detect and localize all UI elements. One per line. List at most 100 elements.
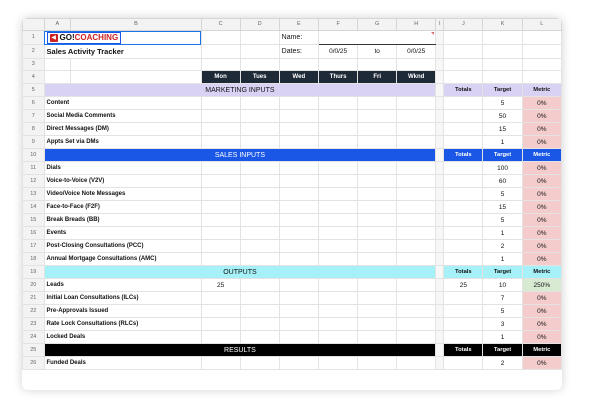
day-value-wknd[interactable] — [396, 109, 437, 123]
cell[interactable] — [239, 44, 280, 59]
day-value-wed[interactable] — [278, 135, 320, 149]
day-value-wknd[interactable] — [396, 278, 437, 292]
day-value-thurs[interactable] — [318, 161, 359, 175]
row-header[interactable]: 13 — [22, 187, 45, 201]
cell[interactable] — [239, 58, 280, 71]
target-value[interactable]: 2 — [482, 356, 523, 370]
day-value-tues[interactable] — [239, 213, 280, 227]
day-value-wknd[interactable] — [396, 317, 437, 331]
day-value-wknd[interactable] — [396, 226, 437, 240]
row-header[interactable]: 21 — [22, 291, 45, 305]
column-header[interactable]: K — [482, 18, 523, 31]
day-value-fri[interactable] — [357, 174, 398, 188]
row-header[interactable]: 11 — [22, 161, 45, 175]
column-header[interactable]: E — [278, 18, 320, 31]
day-value-fri[interactable] — [357, 291, 398, 305]
row-header[interactable]: 22 — [22, 304, 45, 318]
cell[interactable] — [318, 58, 359, 71]
row-header[interactable]: 17 — [22, 239, 45, 253]
cell[interactable] — [443, 30, 484, 45]
row-header[interactable]: 8 — [22, 122, 45, 136]
row-header[interactable]: 10 — [22, 148, 45, 162]
day-value-wed[interactable] — [278, 252, 320, 266]
target-value[interactable]: 10 — [482, 278, 523, 292]
cell[interactable] — [239, 30, 280, 45]
cell[interactable] — [482, 58, 523, 71]
day-value-wed[interactable] — [278, 239, 320, 253]
day-value-thurs[interactable] — [318, 291, 359, 305]
row-header[interactable]: 20 — [22, 278, 45, 292]
day-value-wed[interactable] — [278, 317, 320, 331]
day-value-mon[interactable] — [200, 252, 241, 266]
cell[interactable] — [70, 58, 202, 71]
target-value[interactable]: 50 — [482, 109, 523, 123]
day-value-tues[interactable] — [239, 239, 280, 253]
day-value-fri[interactable] — [357, 187, 398, 201]
target-value[interactable]: 3 — [482, 317, 523, 331]
row-header[interactable]: 18 — [22, 252, 45, 266]
cell[interactable] — [521, 58, 562, 71]
day-value-tues[interactable] — [239, 96, 280, 110]
day-value-thurs[interactable] — [318, 252, 359, 266]
day-value-wknd[interactable] — [396, 187, 437, 201]
row-header[interactable]: 16 — [22, 226, 45, 240]
day-value-fri[interactable] — [357, 252, 398, 266]
column-header[interactable]: L — [521, 18, 562, 31]
day-value-thurs[interactable] — [318, 122, 359, 136]
day-value-wed[interactable] — [278, 291, 320, 305]
row-header[interactable]: 14 — [22, 200, 45, 214]
day-value-tues[interactable] — [239, 252, 280, 266]
row-header[interactable]: 9 — [22, 135, 45, 149]
row-header[interactable]: 19 — [22, 265, 45, 279]
day-value-thurs[interactable] — [318, 96, 359, 110]
day-value-fri[interactable] — [357, 109, 398, 123]
day-value-mon[interactable] — [200, 291, 241, 305]
cell[interactable] — [43, 70, 72, 84]
cell[interactable] — [200, 44, 241, 59]
cell[interactable] — [521, 30, 562, 45]
row-header[interactable]: 15 — [22, 213, 45, 227]
column-header[interactable]: F — [318, 18, 359, 31]
day-value-thurs[interactable] — [318, 187, 359, 201]
day-value-wed[interactable] — [278, 96, 320, 110]
day-value-thurs[interactable] — [318, 174, 359, 188]
cell[interactable] — [482, 44, 523, 59]
day-value-mon[interactable] — [200, 330, 241, 344]
day-value-tues[interactable] — [239, 122, 280, 136]
row-header[interactable]: 6 — [22, 96, 45, 110]
day-value-fri[interactable] — [357, 304, 398, 318]
day-value-wknd[interactable] — [396, 135, 437, 149]
day-value-mon[interactable] — [200, 200, 241, 214]
column-header[interactable]: A — [43, 18, 72, 31]
day-value-wknd[interactable] — [396, 96, 437, 110]
day-value-mon[interactable] — [200, 356, 241, 370]
day-value-mon[interactable] — [200, 239, 241, 253]
cell[interactable] — [357, 58, 398, 71]
day-value-tues[interactable] — [239, 174, 280, 188]
day-value-mon[interactable] — [200, 135, 241, 149]
day-value-wed[interactable] — [278, 200, 320, 214]
day-value-thurs[interactable] — [318, 239, 359, 253]
target-value[interactable]: 15 — [482, 200, 523, 214]
target-value[interactable]: 60 — [482, 174, 523, 188]
row-header[interactable]: 2 — [22, 44, 45, 59]
day-value-wed[interactable] — [278, 330, 320, 344]
day-value-wknd[interactable] — [396, 330, 437, 344]
day-value-fri[interactable] — [357, 317, 398, 331]
day-value-tues[interactable] — [239, 109, 280, 123]
day-value-fri[interactable] — [357, 161, 398, 175]
name-field[interactable] — [318, 30, 437, 45]
target-value[interactable]: 5 — [482, 96, 523, 110]
cell[interactable] — [70, 70, 202, 84]
logo-cell[interactable]: ◀ GO! COACHING — [43, 30, 202, 45]
day-value-wknd[interactable] — [396, 252, 437, 266]
column-header[interactable]: B — [70, 18, 202, 31]
day-value-tues[interactable] — [239, 330, 280, 344]
day-value-wknd[interactable] — [396, 161, 437, 175]
day-value-mon[interactable] — [200, 174, 241, 188]
day-value-wed[interactable] — [278, 122, 320, 136]
day-value-mon[interactable]: 25 — [200, 278, 241, 292]
start-date-field[interactable]: 0/0/25 — [318, 44, 359, 59]
cell[interactable] — [200, 30, 241, 45]
day-value-mon[interactable] — [200, 161, 241, 175]
